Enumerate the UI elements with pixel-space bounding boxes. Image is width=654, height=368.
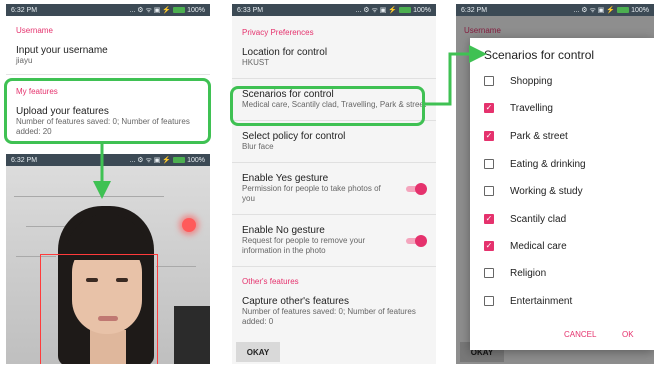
option-park-street[interactable]: ✓ Park & street [484,129,568,143]
status-time: 6:33 PM [237,6,264,14]
option-label: Medical care [510,240,567,252]
okay-button[interactable]: OKAY [236,342,280,362]
status-icons: ... ⚙ ᯤ ▣ ⚡ [129,156,172,164]
others-section-header: Other's features [242,277,299,286]
divider [6,74,210,75]
option-travelling[interactable]: ✓ Travelling [484,101,553,115]
battery-icon [173,157,186,163]
policy-preference[interactable]: Select policy for control Blur face [232,131,436,152]
option-shopping[interactable]: Shopping [484,74,552,88]
yes-gesture-summary: Permission for people to take photos of … [242,184,381,203]
background-monitor [174,306,210,364]
camera-preview[interactable] [6,166,210,364]
option-label: Religion [510,267,547,279]
option-label: Travelling [510,102,553,114]
battery-level: 100% [187,156,205,164]
checkbox-checked-icon[interactable]: ✓ [484,131,494,141]
checkbox-unchecked-icon[interactable] [484,296,494,306]
location-value: HKUST [242,58,270,67]
status-bar: 6:32 PM ... ⚙ ᯤ ▣ ⚡ 100% [6,4,210,16]
divider [232,78,436,79]
checkbox-checked-icon[interactable]: ✓ [484,103,494,113]
face-detection-box [40,254,158,364]
option-label: Entertainment [510,295,573,307]
option-label: Shopping [510,75,553,87]
yes-gesture-preference[interactable]: Enable Yes gesture Permission for people… [232,173,436,204]
battery-level: 100% [413,6,431,14]
phone-camera-capture: 6:32 PM ... ⚙ ᯤ ▣ ⚡ 100% [6,154,210,364]
option-label: Working & study [510,185,583,197]
phone-privacy-preferences: 6:33 PM ... ⚙ ᯤ ▣ ⚡ 100% Privacy Prefere… [232,4,436,364]
option-entertainment[interactable]: Entertainment [484,294,572,308]
username-value: jiayu [16,56,33,65]
features-highlight-box [4,78,211,144]
whiteboard-line [156,266,196,267]
status-bar: 6:33 PM ... ⚙ ᯤ ▣ ⚡ 100% [232,4,436,16]
username-title: Input your username [16,45,108,56]
yes-gesture-toggle[interactable] [404,182,427,195]
checkbox-checked-icon[interactable]: ✓ [484,241,494,251]
cancel-button[interactable]: CANCEL [564,330,596,339]
checkbox-unchecked-icon[interactable] [484,268,494,278]
no-gesture-title: Enable No gesture [242,225,325,236]
option-religion[interactable]: Religion [484,266,546,280]
divider [232,162,436,163]
checkbox-unchecked-icon[interactable] [484,186,494,196]
divider [232,266,436,267]
username-preference[interactable]: Input your username jiayu [6,45,210,66]
option-label: Park & street [510,130,568,142]
status-time: 6:32 PM [461,6,488,14]
status-icons: ... ⚙ ᯤ ▣ ⚡ [355,6,398,14]
status-bar: 6:32 PM ... ⚙ ᯤ ▣ ⚡ 100% [6,154,210,166]
capture-others-summary: Number of features saved: 0; Number of f… [242,307,416,326]
privacy-section-header: Privacy Preferences [242,28,314,37]
option-medical-care[interactable]: ✓ Medical care [484,239,567,253]
policy-value: Blur face [242,142,274,151]
capture-indicator-icon[interactable] [182,218,196,232]
checkbox-checked-icon[interactable]: ✓ [484,214,494,224]
checkbox-unchecked-icon[interactable] [484,76,494,86]
status-time: 6:32 PM [11,156,38,164]
battery-level: 100% [187,6,205,14]
divider [232,214,436,215]
location-title: Location for control [242,47,328,58]
option-label: Scantily clad [510,213,567,225]
scenarios-highlight-box [230,86,425,126]
battery-icon [173,7,186,13]
whiteboard-line [14,196,164,197]
scenarios-dialog: Scenarios for control Shopping ✓ Travell… [470,38,654,350]
option-scantily-clad[interactable]: ✓ Scantily clad [484,212,566,226]
option-working-study[interactable]: Working & study [484,184,583,198]
ok-button[interactable]: OK [622,330,634,339]
username-section-header: Username [16,26,53,35]
battery-icon [617,7,630,13]
status-icons: ... ⚙ ᯤ ▣ ⚡ [573,6,616,14]
capture-others-title: Capture other's features [242,296,349,307]
phone-scenarios-dialog: 6:32 PM ... ⚙ ᯤ ▣ ⚡ 100% Username OKAY S… [456,4,654,364]
checkbox-unchecked-icon[interactable] [484,159,494,169]
no-gesture-toggle[interactable] [404,234,427,247]
battery-level: 100% [631,6,649,14]
location-preference[interactable]: Location for control HKUST [232,47,436,68]
policy-title: Select policy for control [242,131,346,142]
dialog-title: Scenarios for control [484,48,595,62]
option-eating-drinking[interactable]: Eating & drinking [484,157,586,171]
no-gesture-preference[interactable]: Enable No gesture Request for people to … [232,225,436,256]
capture-others-preference[interactable]: Capture other's features Number of featu… [232,296,436,327]
status-time: 6:32 PM [11,6,38,14]
status-icons: ... ⚙ ᯤ ▣ ⚡ [129,6,172,14]
option-label: Eating & drinking [510,158,586,170]
no-gesture-summary: Request for people to remove your inform… [242,236,366,255]
battery-icon [399,7,412,13]
status-bar: 6:32 PM ... ⚙ ᯤ ▣ ⚡ 100% [456,4,654,16]
yes-gesture-title: Enable Yes gesture [242,173,329,184]
